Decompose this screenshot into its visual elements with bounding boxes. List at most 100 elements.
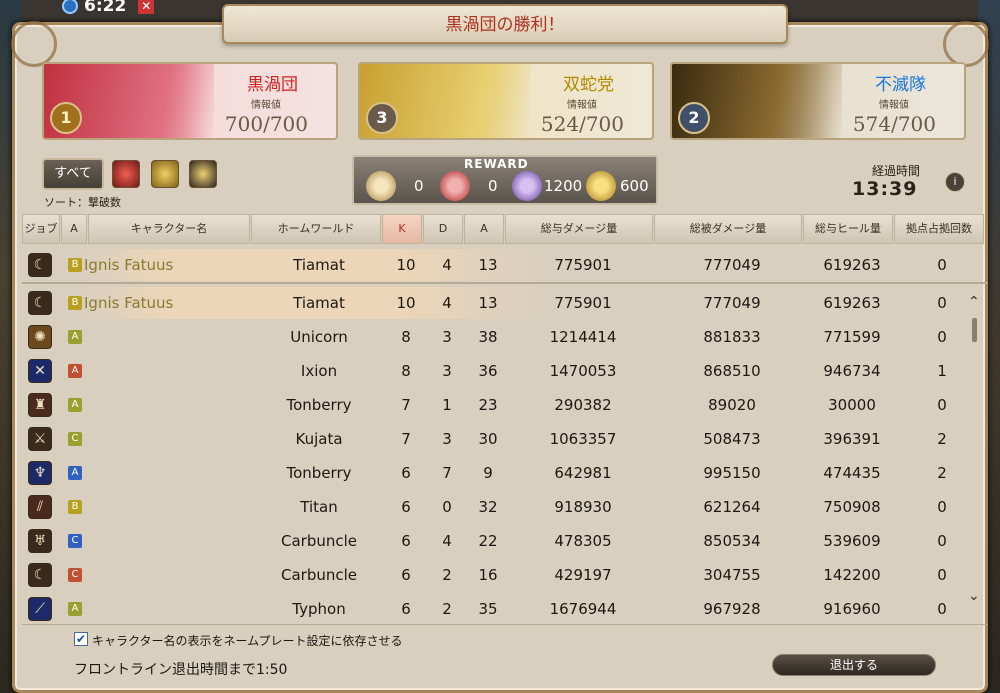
- faction-card-immortal-flames: 不滅隊 情報値 574/700 2: [670, 62, 966, 140]
- self-row[interactable]: ☾ B Ignis Fatuus Tiamat 10 4 13 775901 7…: [22, 249, 970, 281]
- captures: 0: [937, 256, 947, 274]
- job-icon: ☾: [28, 563, 52, 587]
- group-badge: B: [68, 258, 82, 272]
- home-world: Typhon: [292, 600, 346, 618]
- job-icon: ☾: [28, 291, 52, 315]
- faction-info-label: 情報値: [251, 100, 281, 111]
- elapsed-label: 経過時間: [872, 164, 921, 178]
- kills: 8: [401, 328, 411, 346]
- table-row[interactable]: ♅ C Carbuncle 6 4 22 478305 850534 53960…: [22, 525, 970, 557]
- group-badge: A: [68, 330, 82, 344]
- damage-taken: 508473: [703, 430, 761, 448]
- assists: 38: [478, 328, 498, 346]
- damage-dealt: 1214414: [549, 328, 617, 346]
- deaths: 0: [442, 498, 452, 516]
- help-icon[interactable]: i: [945, 172, 965, 192]
- column-damage-dealt[interactable]: 総与ダメージ量: [505, 214, 653, 244]
- column-healing[interactable]: 総与ヒール量: [803, 214, 893, 244]
- captures: 0: [937, 498, 947, 516]
- scroll-down-icon[interactable]: ⌄: [968, 588, 980, 604]
- damage-dealt: 642981: [554, 464, 612, 482]
- table-row[interactable]: ✺ A Unicorn 8 3 38 1214414 881833 771599…: [22, 321, 970, 353]
- kills: 6: [401, 532, 411, 550]
- column-assists[interactable]: A: [464, 214, 504, 244]
- table-row[interactable]: ⫽ B Titan 6 0 32 918930 621264 750908 0: [22, 491, 970, 523]
- window-title: 黒渦団の勝利！: [222, 4, 788, 44]
- elapsed-time: 13:39: [852, 178, 918, 200]
- group-badge: A: [68, 398, 82, 412]
- leave-button[interactable]: 退出する: [772, 654, 936, 676]
- sort-label: ソート：撃破数: [44, 196, 121, 209]
- faction-name: 不滅隊: [875, 75, 926, 95]
- job-icon: ⟋: [28, 597, 52, 621]
- filter-maelstrom-icon[interactable]: [112, 160, 140, 188]
- captures: 2: [937, 464, 947, 482]
- reward-title: REWARD: [464, 157, 529, 171]
- character-name: Ignis Fatuus: [84, 256, 174, 274]
- filter-all-button[interactable]: すべて: [42, 158, 104, 190]
- column-character-name[interactable]: キャラクター名: [88, 214, 250, 244]
- column-damage-taken[interactable]: 総被ダメージ量: [654, 214, 802, 244]
- faction-info-value: 700/700: [224, 112, 308, 136]
- filter-immortal-flames-icon[interactable]: [189, 160, 217, 188]
- kills: 6: [401, 566, 411, 584]
- table-row[interactable]: ⚔ C Kujata 7 3 30 1063357 508473 396391 …: [22, 423, 970, 455]
- home-world: Carbuncle: [280, 566, 357, 584]
- captures: 0: [937, 396, 947, 414]
- kills: 7: [401, 396, 411, 414]
- job-icon: ✕: [28, 359, 52, 383]
- table-row[interactable]: ♆ A Tonberry 6 7 9 642981 995150 474435 …: [22, 457, 970, 489]
- column-group[interactable]: A: [61, 214, 87, 244]
- table-row[interactable]: ☾ C Carbuncle 6 2 16 429197 304755 14220…: [22, 559, 970, 591]
- table-row[interactable]: ⟋ A Typhon 6 2 35 1676944 967928 916960 …: [22, 593, 970, 625]
- reward-item: 600: [586, 170, 649, 202]
- footer-divider: [22, 624, 988, 625]
- group-badge: C: [68, 534, 82, 548]
- hud-clock: 6:22 ✕: [62, 0, 155, 16]
- filter-twin-adder-icon[interactable]: [151, 160, 179, 188]
- damage-dealt: 429197: [554, 566, 612, 584]
- kills: 10: [396, 294, 416, 312]
- column-job[interactable]: ジョブ: [22, 214, 60, 244]
- deaths: 4: [442, 256, 452, 274]
- faction-rank-badge: 1: [50, 102, 82, 134]
- scroll-up-icon[interactable]: ⌃: [968, 294, 980, 310]
- table-row[interactable]: ✕ A Ixion 8 3 36 1470053 868510 946734 1: [22, 355, 970, 387]
- faction-name: 黒渦団: [247, 75, 298, 95]
- assists: 16: [478, 566, 498, 584]
- damage-dealt: 775901: [554, 294, 612, 312]
- healing-done: 142200: [823, 566, 881, 584]
- damage-taken: 777049: [703, 256, 761, 274]
- column-deaths[interactable]: D: [423, 214, 463, 244]
- damage-dealt: 918930: [554, 498, 612, 516]
- group-badge: A: [68, 466, 82, 480]
- damage-taken: 777049: [703, 294, 761, 312]
- column-home-world[interactable]: ホームワールド: [251, 214, 381, 244]
- home-world: Carbuncle: [280, 532, 357, 550]
- assists: 22: [478, 532, 498, 550]
- column-captures[interactable]: 拠点占拠回数: [894, 214, 984, 244]
- pvp-exp-icon: [366, 171, 396, 201]
- nameplate-checkbox[interactable]: ✔: [74, 632, 88, 646]
- damage-dealt: 1063357: [549, 430, 617, 448]
- reward-item: 0: [440, 170, 498, 202]
- damage-dealt: 478305: [554, 532, 612, 550]
- damage-taken: 881833: [703, 328, 761, 346]
- assists: 9: [483, 464, 493, 482]
- home-world: Tiamat: [293, 256, 345, 274]
- captures: 1: [937, 362, 947, 380]
- job-icon: ⚔: [28, 427, 52, 451]
- table-row[interactable]: ☾ B Ignis Fatuus Tiamat 10 4 13 775901 7…: [22, 287, 970, 319]
- faction-info-value: 524/700: [540, 112, 624, 136]
- table-row[interactable]: ♜ A Tonberry 7 1 23 290382 89020 30000 0: [22, 389, 970, 421]
- healing-done: 946734: [823, 362, 881, 380]
- column-kills[interactable]: K: [382, 214, 422, 244]
- job-icon: ♅: [28, 529, 52, 553]
- healing-done: 750908: [823, 498, 881, 516]
- close-icon[interactable]: ✕: [138, 0, 155, 14]
- healing-done: 619263: [823, 256, 881, 274]
- series-exp-icon: [512, 171, 542, 201]
- healing-done: 619263: [823, 294, 881, 312]
- scrollbar-thumb[interactable]: [972, 318, 977, 342]
- group-badge: C: [68, 568, 82, 582]
